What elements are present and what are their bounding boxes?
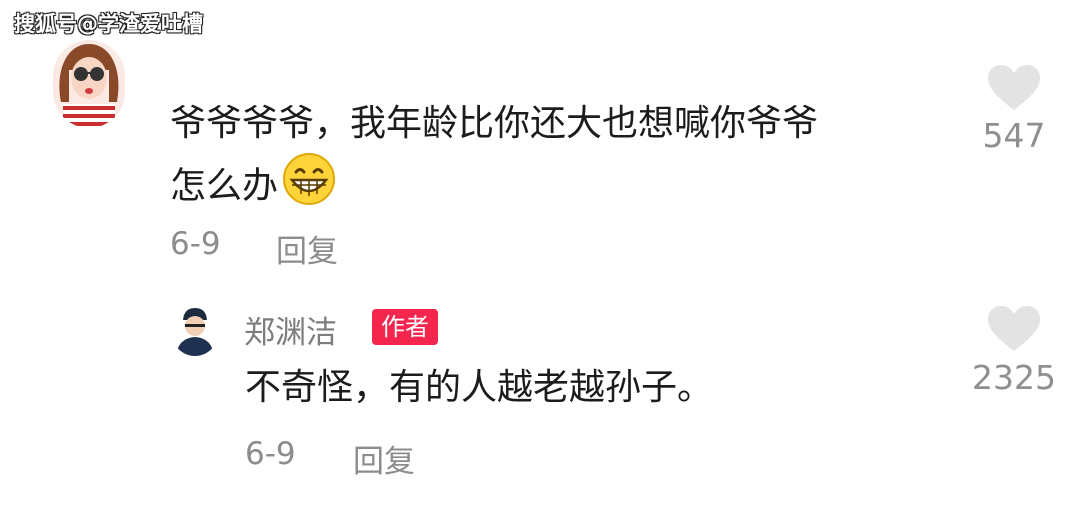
comment-thread: 搜狐号@学渣爱吐槽 爷爷爷爷，我年龄比你还大也想喊你爷爷 怎么办 6-9 回复 … [0, 0, 1080, 508]
reply-reply-button[interactable]: 回复 [353, 436, 415, 481]
author-badge: 作者 [372, 309, 438, 345]
comment-text-line1: 爷爷爷爷，我年龄比你还大也想喊你爷爷 [170, 103, 819, 144]
comment-reply-button[interactable]: 回复 [276, 226, 338, 271]
reply-date: 6-9 [245, 436, 296, 472]
comment-like-count: 547 [982, 116, 1046, 155]
reply-text: 不奇怪，有的人越老越孙子。 [245, 367, 714, 408]
author-avatar[interactable] [172, 304, 218, 356]
reply-like-heart-icon[interactable] [986, 305, 1042, 357]
comment-text-line2-label: 怎么办 [170, 165, 279, 207]
grinning-face-emoji-icon [282, 152, 336, 223]
comment-text-line2: 怎么办 [170, 152, 336, 223]
author-username[interactable]: 郑渊洁 [244, 307, 337, 352]
reply-like-count: 2325 [972, 358, 1056, 397]
commenter-avatar[interactable] [53, 40, 125, 128]
watermark: 搜狐号@学渣爱吐槽 [14, 12, 203, 36]
comment-date: 6-9 [170, 226, 221, 262]
comment-like-heart-icon[interactable] [986, 64, 1042, 116]
